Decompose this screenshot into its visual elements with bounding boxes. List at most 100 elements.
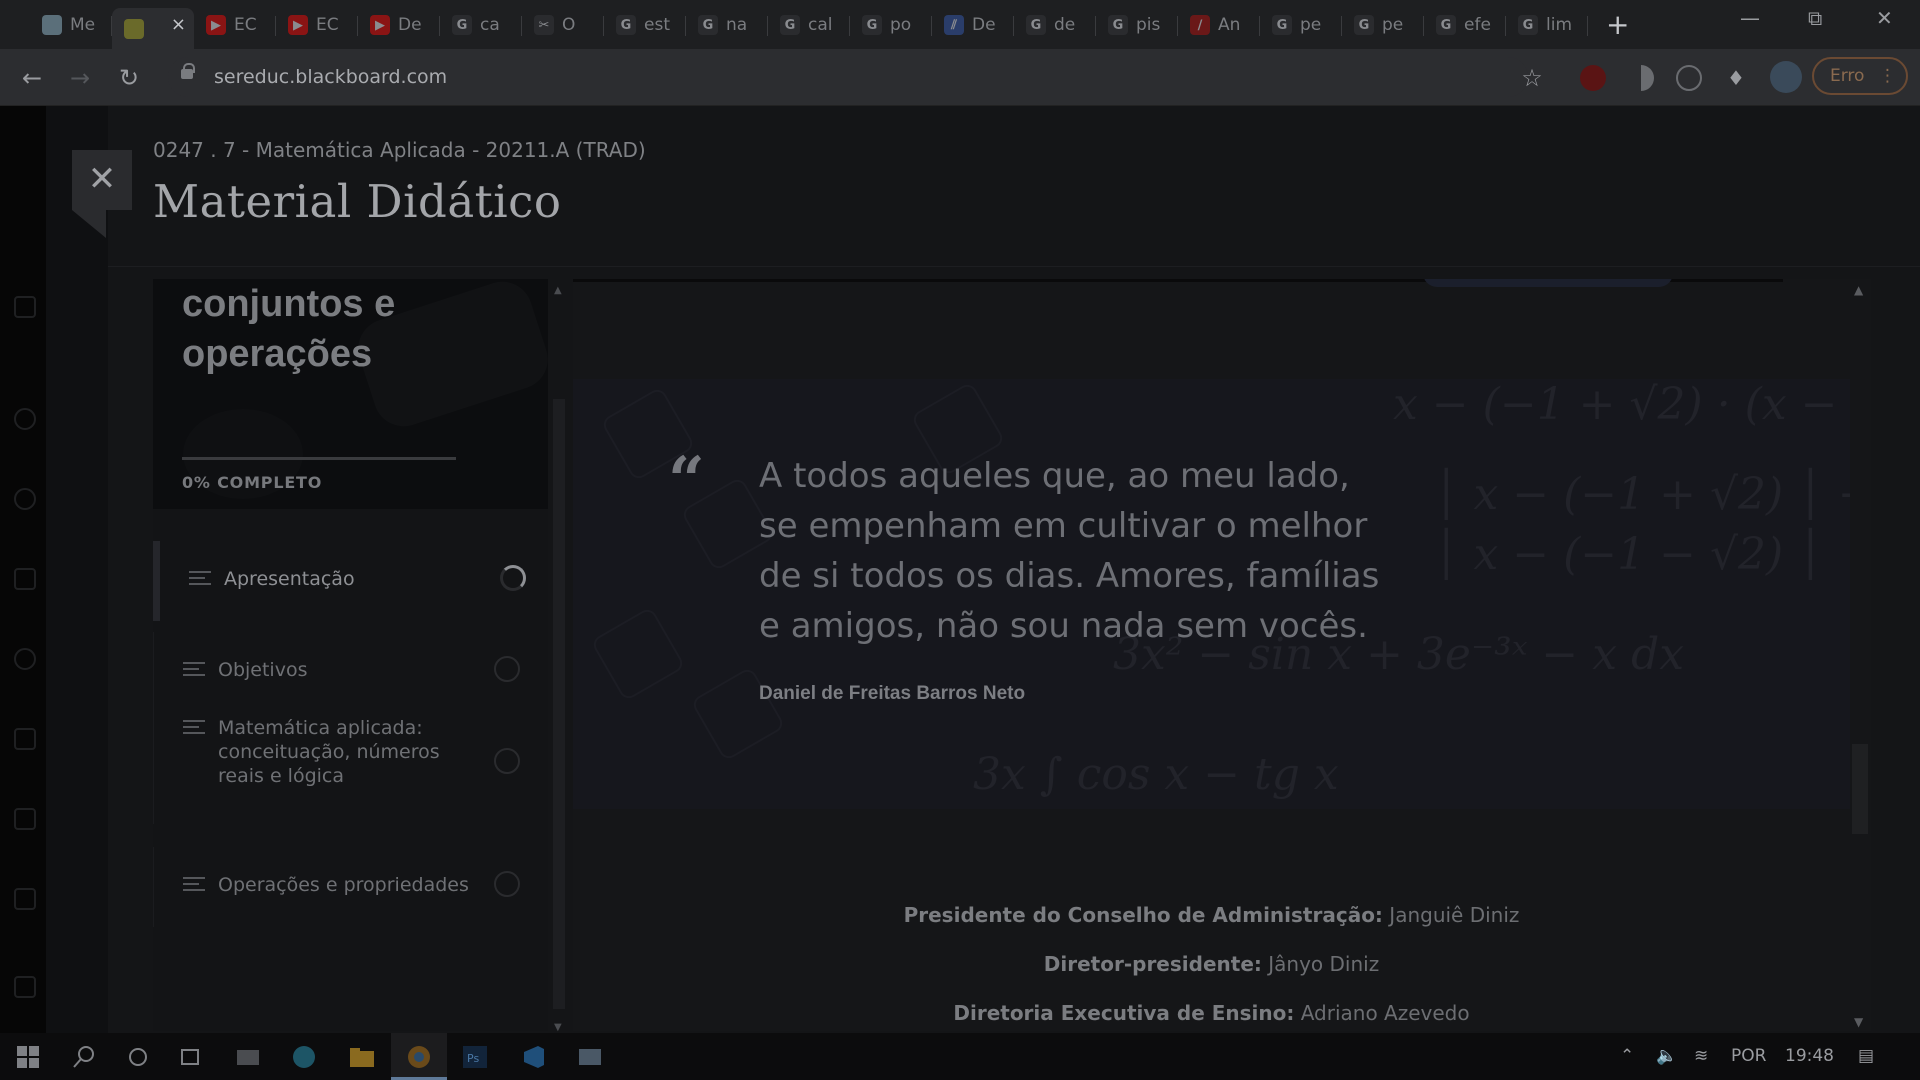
browser-tab[interactable]: Gcal <box>768 8 850 42</box>
module-item[interactable]: Objetivos <box>153 632 548 712</box>
tray-chevron-icon[interactable]: ⌃ <box>1620 1046 1634 1066</box>
browser-tab[interactable]: Gpo <box>850 8 932 42</box>
formula-decoration: │ x − (−1 − √2) │ <box>1433 529 1824 580</box>
language-indicator[interactable]: POR <box>1731 1046 1766 1066</box>
browser-tab[interactable]: Me <box>30 8 112 42</box>
scroll-up-icon[interactable]: ▲ <box>1854 283 1863 297</box>
puzzle-extensions-icon[interactable]: ♦ <box>1720 62 1752 94</box>
browser-tab[interactable]: Gde <box>1014 8 1096 42</box>
keypad-decoration <box>590 606 686 702</box>
dark-mode-extension-icon[interactable] <box>1628 65 1654 91</box>
wifi-icon[interactable]: ≋ <box>1694 1046 1708 1066</box>
taskbar-app-chrome[interactable] <box>391 1033 447 1080</box>
menu-scroll-thumb[interactable] <box>553 399 565 1009</box>
browser-tab[interactable]: Gpis <box>1096 8 1178 42</box>
new-tab-button[interactable]: + <box>1606 8 1629 42</box>
address-bar[interactable]: sereduc.blackboard.com <box>168 57 1528 97</box>
browser-tab[interactable]: Gefe <box>1424 8 1506 42</box>
content-scroll-thumb[interactable] <box>1852 744 1868 834</box>
app-window-icon <box>579 1048 601 1065</box>
window-close-icon[interactable]: ✕ <box>1876 6 1893 30</box>
tab-favicon-icon <box>124 18 144 39</box>
windows-taskbar: Ps ⌃ 🔈 ≋ POR 19:48 ▤ <box>0 1033 1920 1080</box>
lesson-list-icon <box>189 571 211 587</box>
tab-close-icon[interactable]: × <box>171 14 186 35</box>
module-item[interactable]: Matemática aplicada: conceituação, númer… <box>153 704 548 824</box>
browser-tab[interactable]: ∕ An <box>1178 8 1260 42</box>
completion-status-icon <box>494 748 520 774</box>
search-button[interactable] <box>56 1033 112 1080</box>
taskbar-app-vscode[interactable] <box>505 1033 561 1080</box>
tab-favicon-icon: ✂ <box>534 15 554 35</box>
page-title: Material Didático <box>153 175 562 228</box>
browser-tab[interactable]: ▶ De <box>358 8 440 42</box>
module-item-label: Apresentação <box>224 568 355 590</box>
institution-icon[interactable] <box>14 296 36 318</box>
notifications-icon[interactable]: ▤ <box>1858 1046 1874 1066</box>
minimize-icon[interactable]: — <box>1740 6 1760 30</box>
tools-icon[interactable] <box>14 976 36 998</box>
content-scrollbar[interactable]: ▲ ▼ <box>1850 279 1870 1031</box>
start-button[interactable] <box>0 1033 56 1080</box>
module-item[interactable]: Apresentação <box>153 541 548 621</box>
cortana-button[interactable] <box>110 1033 166 1080</box>
browser-tab[interactable]: Gna <box>686 8 768 42</box>
scroll-up-icon[interactable]: ▲ <box>554 285 562 296</box>
taskbar-app-photoshop[interactable]: Ps <box>447 1033 503 1080</box>
grades-icon[interactable] <box>14 888 36 910</box>
tab-favicon-icon: G <box>1518 15 1538 35</box>
forward-icon[interactable]: → <box>64 62 96 94</box>
browser-tab[interactable]: Gpe <box>1342 8 1424 42</box>
back-icon[interactable]: ← <box>16 62 48 94</box>
messages-icon[interactable] <box>14 808 36 830</box>
browser-tab[interactable]: Glim <box>1506 8 1588 42</box>
browser-tab[interactable]: Gest <box>604 8 686 42</box>
module-item[interactable]: Operações e propriedades <box>153 847 548 927</box>
taskbar-app-explorer[interactable] <box>334 1033 390 1080</box>
tab-title: lim <box>1546 15 1573 35</box>
tab-title: Me <box>70 15 96 35</box>
profile-error-button[interactable]: Erro ⋮ <box>1812 57 1908 95</box>
url-text: sereduc.blackboard.com <box>214 66 448 88</box>
courses-icon[interactable] <box>14 568 36 590</box>
taskbar-app-window[interactable] <box>562 1033 618 1080</box>
reload-icon[interactable]: ↻ <box>113 62 145 94</box>
photoshop-icon: Ps <box>463 1045 487 1068</box>
clock[interactable]: 19:48 <box>1785 1046 1834 1066</box>
browser-tab[interactable]: ✂ O <box>522 8 604 42</box>
profile-avatar[interactable] <box>1770 61 1802 93</box>
content-top-button[interactable] <box>1423 279 1673 287</box>
globe-icon[interactable] <box>14 488 36 510</box>
formula-decoration: │ x − (−1 + √2) │ + ( <box>1433 469 1850 520</box>
bookmark-star-icon[interactable]: ☆ <box>1516 62 1548 94</box>
browser-tab[interactable]: Gpe <box>1260 8 1342 42</box>
chrome-icon <box>408 1045 430 1068</box>
calendar-icon[interactable] <box>14 728 36 750</box>
browser-toolbar: ← → ↻ sereduc.blackboard.com ☆ ♦ Erro ⋮ <box>0 49 1920 106</box>
restore-icon[interactable]: ⧉ <box>1808 6 1822 30</box>
volume-icon[interactable]: 🔈 <box>1656 1046 1677 1066</box>
course-id: 0247 . 7 - Matemática Aplicada - 20211.A… <box>153 138 646 162</box>
close-panel-button[interactable]: ✕ <box>72 150 132 210</box>
profile-icon[interactable] <box>14 408 36 430</box>
close-button-tail <box>72 210 106 238</box>
tab-favicon-icon: ▶ <box>370 15 390 35</box>
browser-tab[interactable]: × <box>112 8 194 49</box>
scroll-down-icon[interactable]: ▼ <box>1854 1015 1863 1029</box>
menu-scrollbar[interactable]: ▲ ▼ <box>553 279 565 1033</box>
browser-tab[interactable]: ⫽ De <box>932 8 1014 42</box>
browser-tab[interactable]: Gca <box>440 8 522 42</box>
scroll-down-icon[interactable]: ▼ <box>554 1022 562 1033</box>
task-view-button[interactable] <box>162 1033 218 1080</box>
lesson-list-icon <box>183 877 205 893</box>
more-icon: ⋮ <box>1879 66 1896 86</box>
shield-extension-icon[interactable] <box>1580 65 1606 91</box>
taskbar-app-files[interactable] <box>220 1033 276 1080</box>
groups-icon[interactable] <box>14 648 36 670</box>
extension-icon[interactable] <box>1676 65 1702 91</box>
taskbar-app-edge[interactable] <box>276 1033 332 1080</box>
tab-title: De <box>972 15 996 35</box>
browser-tab[interactable]: ▶ EC <box>194 8 276 42</box>
browser-tab[interactable]: ▶ EC <box>276 8 358 42</box>
credits: Presidente do Conselho de Administração:… <box>573 903 1850 1031</box>
